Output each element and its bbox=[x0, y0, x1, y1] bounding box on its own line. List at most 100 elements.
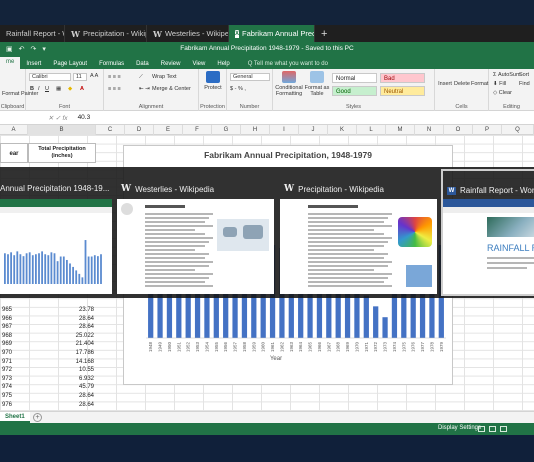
table-row[interactable]: 965 23.78 bbox=[0, 306, 96, 315]
tab-data[interactable]: Data bbox=[130, 61, 155, 69]
tab-rainfall-report[interactable]: Rainfall Report - Word bbox=[0, 25, 65, 42]
font-color-icon[interactable]: A bbox=[80, 86, 84, 92]
style-neutral[interactable]: Neutral bbox=[380, 86, 425, 96]
number-format-select[interactable]: General bbox=[230, 73, 270, 81]
header-year[interactable]: ear bbox=[0, 143, 28, 163]
table-row[interactable]: 976 28.64 bbox=[0, 401, 96, 410]
column-header-m[interactable]: M bbox=[386, 125, 415, 135]
clear-button[interactable]: ◇ Clear bbox=[493, 90, 512, 96]
borders-icon[interactable]: ▦ bbox=[56, 86, 61, 92]
table-row[interactable]: 972 10.55 bbox=[0, 366, 96, 375]
year-cell[interactable]: 971 bbox=[2, 358, 12, 367]
table-row[interactable]: 968 25.022 bbox=[0, 332, 96, 341]
precipitation-cell[interactable]: 14.168 bbox=[76, 358, 94, 367]
table-row[interactable]: 969 21.404 bbox=[0, 340, 96, 349]
year-cell[interactable]: 966 bbox=[2, 315, 12, 324]
column-header-h[interactable]: H bbox=[241, 125, 270, 135]
year-cell[interactable]: 972 bbox=[2, 366, 12, 375]
precipitation-cell[interactable]: 10.55 bbox=[79, 366, 94, 375]
chart-bar[interactable] bbox=[382, 317, 388, 338]
sheet-tab-sheet1[interactable]: Sheet1 bbox=[0, 412, 30, 423]
tab-home[interactable]: me bbox=[0, 57, 21, 69]
precipitation-cell[interactable]: 28.64 bbox=[79, 315, 94, 324]
column-header-j[interactable]: J bbox=[299, 125, 328, 135]
precipitation-cell[interactable]: 17.786 bbox=[76, 349, 94, 358]
align-top-icon[interactable]: ≡ ≡ ≡ bbox=[108, 74, 121, 80]
table-row[interactable]: 970 17.786 bbox=[0, 349, 96, 358]
tab-view[interactable]: View bbox=[186, 61, 211, 69]
column-header-k[interactable]: K bbox=[328, 125, 357, 135]
task-card-westerlies[interactable]: W Westerlies - Wikipedia bbox=[117, 169, 274, 296]
tab-help[interactable]: Help bbox=[211, 61, 235, 69]
year-cell[interactable]: 974 bbox=[2, 383, 12, 392]
insert-cells-button[interactable]: Insert bbox=[437, 81, 453, 87]
italic-button[interactable]: I bbox=[38, 86, 40, 92]
tab-review[interactable]: Review bbox=[155, 61, 187, 69]
precipitation-cell[interactable]: 28.64 bbox=[79, 392, 94, 401]
column-header-c[interactable]: C bbox=[96, 125, 125, 135]
style-normal[interactable]: Normal bbox=[332, 73, 377, 83]
column-header-a[interactable]: A bbox=[0, 125, 28, 135]
fill-button[interactable]: ⬇ Fill bbox=[493, 81, 506, 87]
year-cell[interactable]: 965 bbox=[2, 306, 12, 315]
tab-page-layout[interactable]: Page Layout bbox=[47, 61, 93, 69]
new-tab-button[interactable]: + bbox=[315, 25, 333, 42]
tab-insert[interactable]: Insert bbox=[20, 61, 47, 69]
column-header-i[interactable]: I bbox=[270, 125, 299, 135]
column-header-e[interactable]: E bbox=[154, 125, 183, 135]
page-break-view-icon[interactable] bbox=[500, 426, 507, 432]
font-name-select[interactable]: Calibri bbox=[29, 73, 71, 81]
column-header-b[interactable]: B bbox=[28, 125, 96, 135]
column-header-f[interactable]: F bbox=[183, 125, 212, 135]
year-cell[interactable]: 968 bbox=[2, 332, 12, 341]
autosum-button[interactable]: Σ AutoSum bbox=[493, 72, 521, 78]
delete-cells-button[interactable]: Delete bbox=[454, 81, 470, 87]
protect-button[interactable]: Protect bbox=[202, 71, 224, 91]
column-header-n[interactable]: N bbox=[415, 125, 444, 135]
table-row[interactable]: 966 28.64 bbox=[0, 315, 96, 324]
column-header-o[interactable]: O bbox=[444, 125, 473, 135]
year-cell[interactable]: 967 bbox=[2, 323, 12, 332]
precipitation-cell[interactable]: 28.64 bbox=[79, 401, 94, 410]
style-good[interactable]: Good bbox=[332, 86, 377, 96]
year-cell[interactable]: 969 bbox=[2, 340, 12, 349]
column-header-q[interactable]: Q bbox=[502, 125, 534, 135]
column-header-p[interactable]: P bbox=[473, 125, 502, 135]
format-as-table-button[interactable]: Format as Table bbox=[304, 71, 330, 97]
grow-font-icon[interactable]: A A bbox=[90, 73, 98, 79]
chart-bar[interactable] bbox=[363, 295, 369, 338]
format-cells-button[interactable]: Format bbox=[471, 81, 488, 87]
column-header-g[interactable]: G bbox=[212, 125, 241, 135]
display-settings-button[interactable]: Display Settings bbox=[438, 425, 481, 431]
page-layout-view-icon[interactable] bbox=[489, 426, 496, 432]
merge-center-button[interactable]: Merge & Center bbox=[152, 86, 191, 92]
precipitation-cell[interactable]: 45.79 bbox=[79, 383, 94, 392]
table-row[interactable]: 971 14.168 bbox=[0, 358, 96, 367]
table-row[interactable]: 975 28.64 bbox=[0, 392, 96, 401]
chart-bar[interactable] bbox=[373, 306, 379, 338]
header-total-precipitation[interactable]: Total Precipitation (inches) bbox=[28, 143, 96, 163]
year-cell[interactable]: 976 bbox=[2, 401, 12, 410]
precipitation-cell[interactable]: 28.64 bbox=[79, 323, 94, 332]
wrap-text-button[interactable]: Wrap Text bbox=[152, 74, 177, 80]
task-card-word[interactable]: W Rainfall Report - Word RAINFALL REPO bbox=[441, 169, 534, 296]
precipitation-cell[interactable]: 23.78 bbox=[79, 306, 94, 315]
underline-button[interactable]: U bbox=[45, 86, 49, 92]
conditional-formatting-button[interactable]: Conditional Formatting bbox=[275, 71, 303, 97]
chart-title[interactable]: Fabrikam Annual Precipitation, 1948-1979 bbox=[123, 150, 453, 160]
bold-button[interactable]: B bbox=[30, 86, 34, 92]
tab-westerlies-wikipedia[interactable]: W Westerlies - Wikipedia ✕ bbox=[147, 25, 229, 42]
align-left-icon[interactable]: ≡ ≡ ≡ bbox=[108, 86, 121, 92]
tab-fabrikam-annual[interactable]: X Fabrikam Annual Prec ✕ bbox=[229, 25, 315, 42]
task-card-excel[interactable]: Annual Precipitation 1948-19... bbox=[0, 169, 112, 296]
table-row[interactable]: 973 6.932 bbox=[0, 375, 96, 384]
indent-icon[interactable]: ⇤ ⇥ bbox=[139, 86, 150, 92]
font-size-select[interactable]: 11 bbox=[73, 73, 87, 81]
fill-color-icon[interactable]: ◆ bbox=[68, 86, 72, 92]
orientation-icon[interactable]: ⟋ bbox=[139, 74, 143, 81]
formula-input[interactable]: 40.3 bbox=[74, 114, 91, 121]
currency-icon[interactable]: $ - % , bbox=[230, 86, 246, 92]
tab-formulas[interactable]: Formulas bbox=[93, 61, 130, 69]
sort-button[interactable]: Sort bbox=[519, 72, 529, 78]
precipitation-cell[interactable]: 21.404 bbox=[76, 340, 94, 349]
